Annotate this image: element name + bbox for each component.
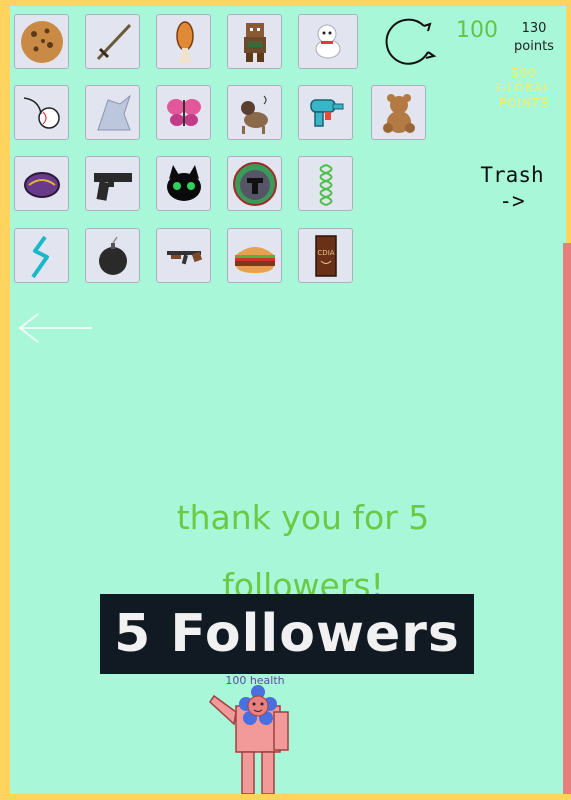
cyan-zigzag-icon — [30, 235, 49, 278]
burger-icon — [234, 246, 275, 273]
inventory-slot-pistol[interactable] — [85, 156, 140, 211]
thanks-line-1: thank you for 5 — [176, 498, 430, 537]
inventory-slot-green-spring[interactable] — [298, 156, 353, 211]
inventory-slot-armor-badge[interactable] — [227, 156, 282, 211]
inventory-slot-bomb[interactable] — [85, 228, 140, 283]
inventory-slot-water-gun[interactable] — [298, 85, 353, 140]
green-spring-icon — [319, 163, 332, 206]
inventory-slot-drumstick[interactable] — [156, 14, 211, 69]
inventory-slot-purple-cookie[interactable] — [14, 156, 69, 211]
inventory-slot-black-cat[interactable] — [156, 156, 211, 211]
inventory-slot-baseball[interactable] — [14, 85, 69, 140]
inventory-slot-cookie[interactable] — [14, 14, 69, 69]
inventory-slot-ghost-figure[interactable] — [85, 85, 140, 140]
trash-button[interactable]: Trash -> — [462, 162, 562, 214]
chocolate-bar-icon: CDIA — [314, 234, 337, 277]
trash-label: Trash — [480, 163, 544, 187]
points-value: 100 — [456, 18, 498, 43]
butterfly-icon — [166, 98, 201, 126]
trash-arrow: -> — [499, 189, 525, 213]
refresh-icon[interactable] — [382, 12, 442, 72]
cookie-icon — [20, 20, 63, 63]
inventory-slot-white-dog[interactable] — [298, 14, 358, 69]
inventory-slot-sword[interactable] — [85, 14, 140, 69]
points-label: 130 points — [514, 21, 554, 54]
global-points-label: 500 GLOBAL POINTS — [496, 66, 552, 110]
drumstick-icon — [175, 20, 194, 63]
inventory-slot-teddy-bear[interactable] — [371, 85, 426, 140]
inventory-slot-butterfly[interactable] — [156, 85, 211, 140]
pistol-icon — [93, 172, 132, 201]
teddy-bear-icon — [382, 93, 415, 133]
inventory-slot-cyan-zigzag[interactable] — [14, 228, 69, 283]
inventory-slot-pixel-character[interactable] — [227, 14, 282, 69]
sword-icon — [96, 23, 131, 60]
water-gun-icon — [309, 98, 343, 127]
inventory-slot-dog-photo[interactable] — [227, 85, 282, 140]
side-health-bar — [563, 243, 571, 794]
chocolate-wrapper-text: CDIA — [317, 249, 334, 257]
ghost-figure-icon — [96, 94, 131, 130]
inventory-slot-rifle[interactable] — [156, 228, 211, 283]
inventory-slot-burger[interactable] — [227, 228, 282, 283]
purple-cookie-icon — [23, 171, 60, 198]
white-dog-icon — [315, 24, 341, 58]
back-arrow-icon[interactable] — [16, 310, 96, 346]
rifle-icon — [166, 250, 202, 264]
pixel-character-icon — [243, 22, 266, 62]
player-character[interactable] — [208, 682, 298, 794]
game-stage: CDIA 100 130 points 500 GLOBAL POINTS Tr… — [10, 6, 566, 794]
dog-photo-icon — [240, 95, 268, 134]
bomb-icon — [98, 236, 127, 275]
black-cat-icon — [166, 164, 201, 201]
armor-badge-icon — [232, 161, 277, 206]
followers-banner: 5 Followers — [100, 594, 474, 674]
inventory-slot-chocolate-bar[interactable]: CDIA — [298, 228, 353, 283]
baseball-icon — [23, 96, 60, 129]
